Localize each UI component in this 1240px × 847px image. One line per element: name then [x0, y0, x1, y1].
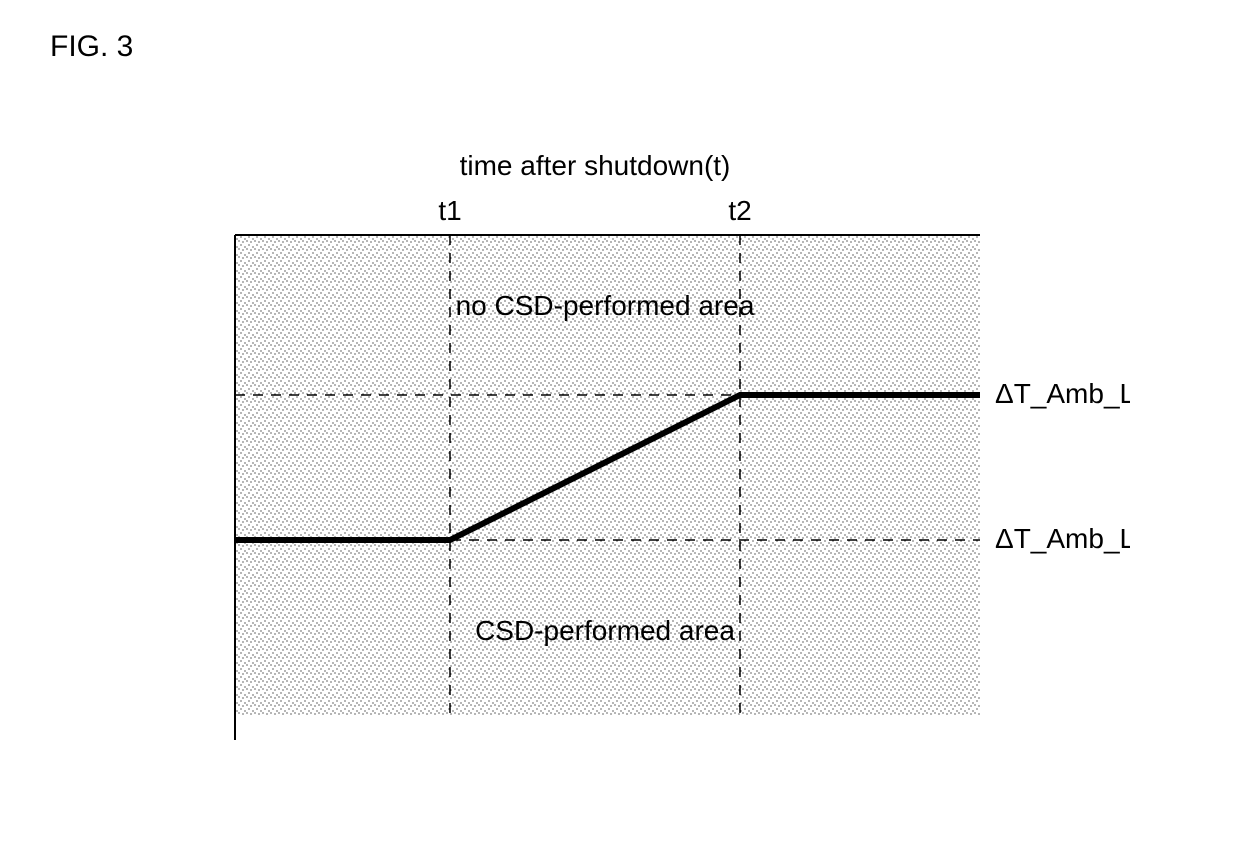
right-label-lo1: ΔT_Amb_Lo1 — [995, 378, 1130, 409]
region-below-label: CSD-performed area — [475, 615, 735, 646]
region-above-label: no CSD-performed area — [456, 290, 755, 321]
right-label-lo2: ΔT_Amb_Lo2 — [995, 523, 1130, 554]
figure-label: FIG. 3 — [50, 30, 133, 64]
x-tick-t1: t1 — [438, 195, 461, 226]
x-tick-t2: t2 — [728, 195, 751, 226]
chart-container: time after shutdown(t) t1 t2 no CSD-perf… — [200, 140, 1130, 780]
x-axis-title: time after shutdown(t) — [460, 150, 731, 181]
chart-svg: time after shutdown(t) t1 t2 no CSD-perf… — [200, 140, 1130, 780]
